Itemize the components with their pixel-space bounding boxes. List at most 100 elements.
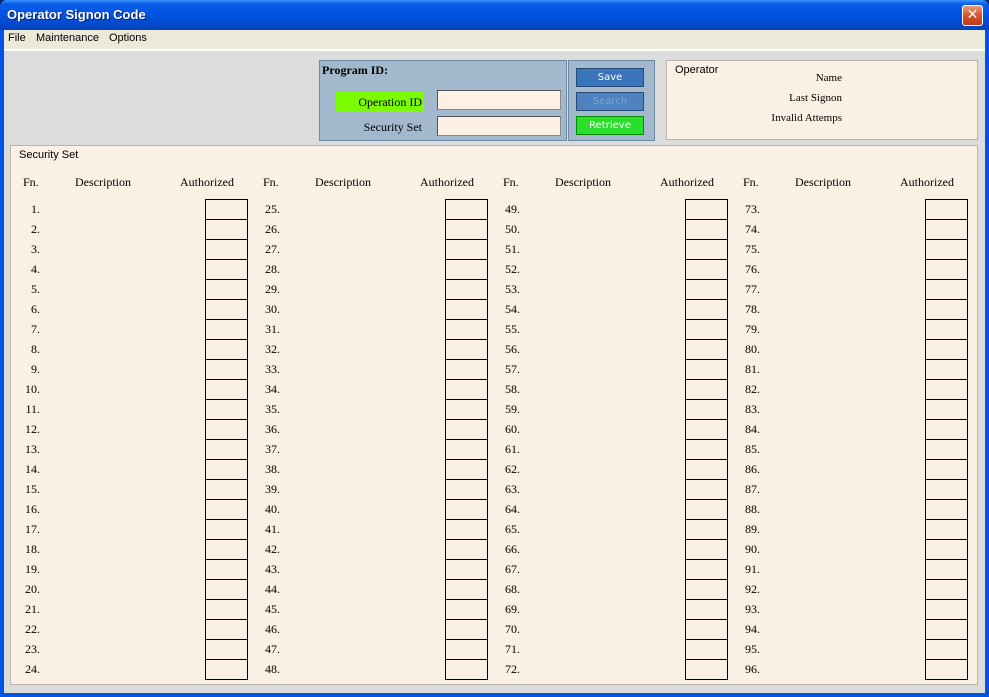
authorized-field[interactable] (685, 339, 728, 360)
authorized-field[interactable] (685, 519, 728, 540)
authorized-field[interactable] (205, 519, 248, 540)
authorized-field[interactable] (205, 539, 248, 560)
authorized-field[interactable] (445, 199, 488, 220)
authorized-field[interactable] (205, 439, 248, 460)
authorized-field[interactable] (925, 219, 968, 240)
authorized-field[interactable] (205, 199, 248, 220)
authorized-field[interactable] (445, 279, 488, 300)
security-set-input[interactable] (437, 116, 561, 136)
save-button[interactable]: Save (576, 68, 644, 87)
authorized-field[interactable] (445, 319, 488, 340)
retrieve-button[interactable]: Retrieve (576, 116, 644, 135)
authorized-field[interactable] (445, 499, 488, 520)
authorized-field[interactable] (685, 299, 728, 320)
authorized-field[interactable] (685, 459, 728, 480)
menu-file[interactable]: File (8, 32, 26, 44)
authorized-field[interactable] (925, 459, 968, 480)
authorized-field[interactable] (205, 599, 248, 620)
authorized-field[interactable] (925, 619, 968, 640)
authorized-field[interactable] (445, 379, 488, 400)
authorized-field[interactable] (445, 339, 488, 360)
authorized-field[interactable] (925, 359, 968, 380)
authorized-field[interactable] (445, 439, 488, 460)
authorized-field[interactable] (205, 219, 248, 240)
authorized-field[interactable] (685, 419, 728, 440)
authorized-field[interactable] (445, 479, 488, 500)
authorized-field[interactable] (685, 359, 728, 380)
menu-options[interactable]: Options (109, 32, 147, 44)
authorized-field[interactable] (205, 639, 248, 660)
authorized-field[interactable] (205, 239, 248, 260)
authorized-field[interactable] (445, 599, 488, 620)
authorized-field[interactable] (685, 559, 728, 580)
authorized-field[interactable] (205, 579, 248, 600)
authorized-field[interactable] (685, 439, 728, 460)
authorized-field[interactable] (925, 399, 968, 420)
authorized-field[interactable] (685, 239, 728, 260)
authorized-field[interactable] (685, 499, 728, 520)
authorized-field[interactable] (685, 279, 728, 300)
authorized-field[interactable] (925, 499, 968, 520)
authorized-field[interactable] (445, 459, 488, 480)
authorized-field[interactable] (685, 479, 728, 500)
menu-maintenance[interactable]: Maintenance (36, 32, 99, 44)
authorized-field[interactable] (685, 399, 728, 420)
authorized-field[interactable] (445, 519, 488, 540)
authorized-field[interactable] (205, 359, 248, 380)
authorized-field[interactable] (445, 419, 488, 440)
authorized-field[interactable] (685, 199, 728, 220)
authorized-field[interactable] (925, 659, 968, 680)
close-icon[interactable]: ✕ (962, 5, 983, 26)
authorized-field[interactable] (685, 639, 728, 660)
authorized-field[interactable] (925, 639, 968, 660)
authorized-field[interactable] (205, 499, 248, 520)
authorized-field[interactable] (925, 559, 968, 580)
authorized-field[interactable] (205, 379, 248, 400)
search-button[interactable]: Search (576, 92, 644, 111)
authorized-field[interactable] (445, 359, 488, 380)
authorized-field[interactable] (925, 239, 968, 260)
authorized-field[interactable] (685, 259, 728, 280)
authorized-field[interactable] (925, 339, 968, 360)
authorized-field[interactable] (685, 219, 728, 240)
authorized-field[interactable] (685, 319, 728, 340)
authorized-field[interactable] (445, 299, 488, 320)
authorized-field[interactable] (685, 659, 728, 680)
authorized-field[interactable] (925, 279, 968, 300)
authorized-field[interactable] (445, 619, 488, 640)
authorized-field[interactable] (925, 599, 968, 620)
authorized-field[interactable] (205, 559, 248, 580)
authorized-field[interactable] (685, 579, 728, 600)
authorized-field[interactable] (445, 239, 488, 260)
authorized-field[interactable] (205, 319, 248, 340)
authorized-field[interactable] (205, 459, 248, 480)
authorized-field[interactable] (925, 439, 968, 460)
authorized-field[interactable] (445, 259, 488, 280)
authorized-field[interactable] (925, 299, 968, 320)
authorized-field[interactable] (205, 619, 248, 640)
authorized-field[interactable] (445, 579, 488, 600)
authorized-field[interactable] (925, 319, 968, 340)
authorized-field[interactable] (925, 259, 968, 280)
authorized-field[interactable] (925, 199, 968, 220)
authorized-field[interactable] (685, 619, 728, 640)
authorized-field[interactable] (205, 299, 248, 320)
authorized-field[interactable] (205, 279, 248, 300)
authorized-field[interactable] (205, 259, 248, 280)
authorized-field[interactable] (925, 479, 968, 500)
authorized-field[interactable] (445, 559, 488, 580)
operation-id-input[interactable] (437, 90, 561, 110)
authorized-field[interactable] (685, 379, 728, 400)
authorized-field[interactable] (205, 339, 248, 360)
authorized-field[interactable] (205, 479, 248, 500)
authorized-field[interactable] (925, 539, 968, 560)
authorized-field[interactable] (205, 419, 248, 440)
authorized-field[interactable] (205, 399, 248, 420)
authorized-field[interactable] (685, 539, 728, 560)
authorized-field[interactable] (445, 399, 488, 420)
authorized-field[interactable] (685, 599, 728, 620)
authorized-field[interactable] (925, 379, 968, 400)
authorized-field[interactable] (925, 419, 968, 440)
title-bar[interactable]: Operator Signon Code ✕ (0, 0, 989, 30)
authorized-field[interactable] (445, 639, 488, 660)
